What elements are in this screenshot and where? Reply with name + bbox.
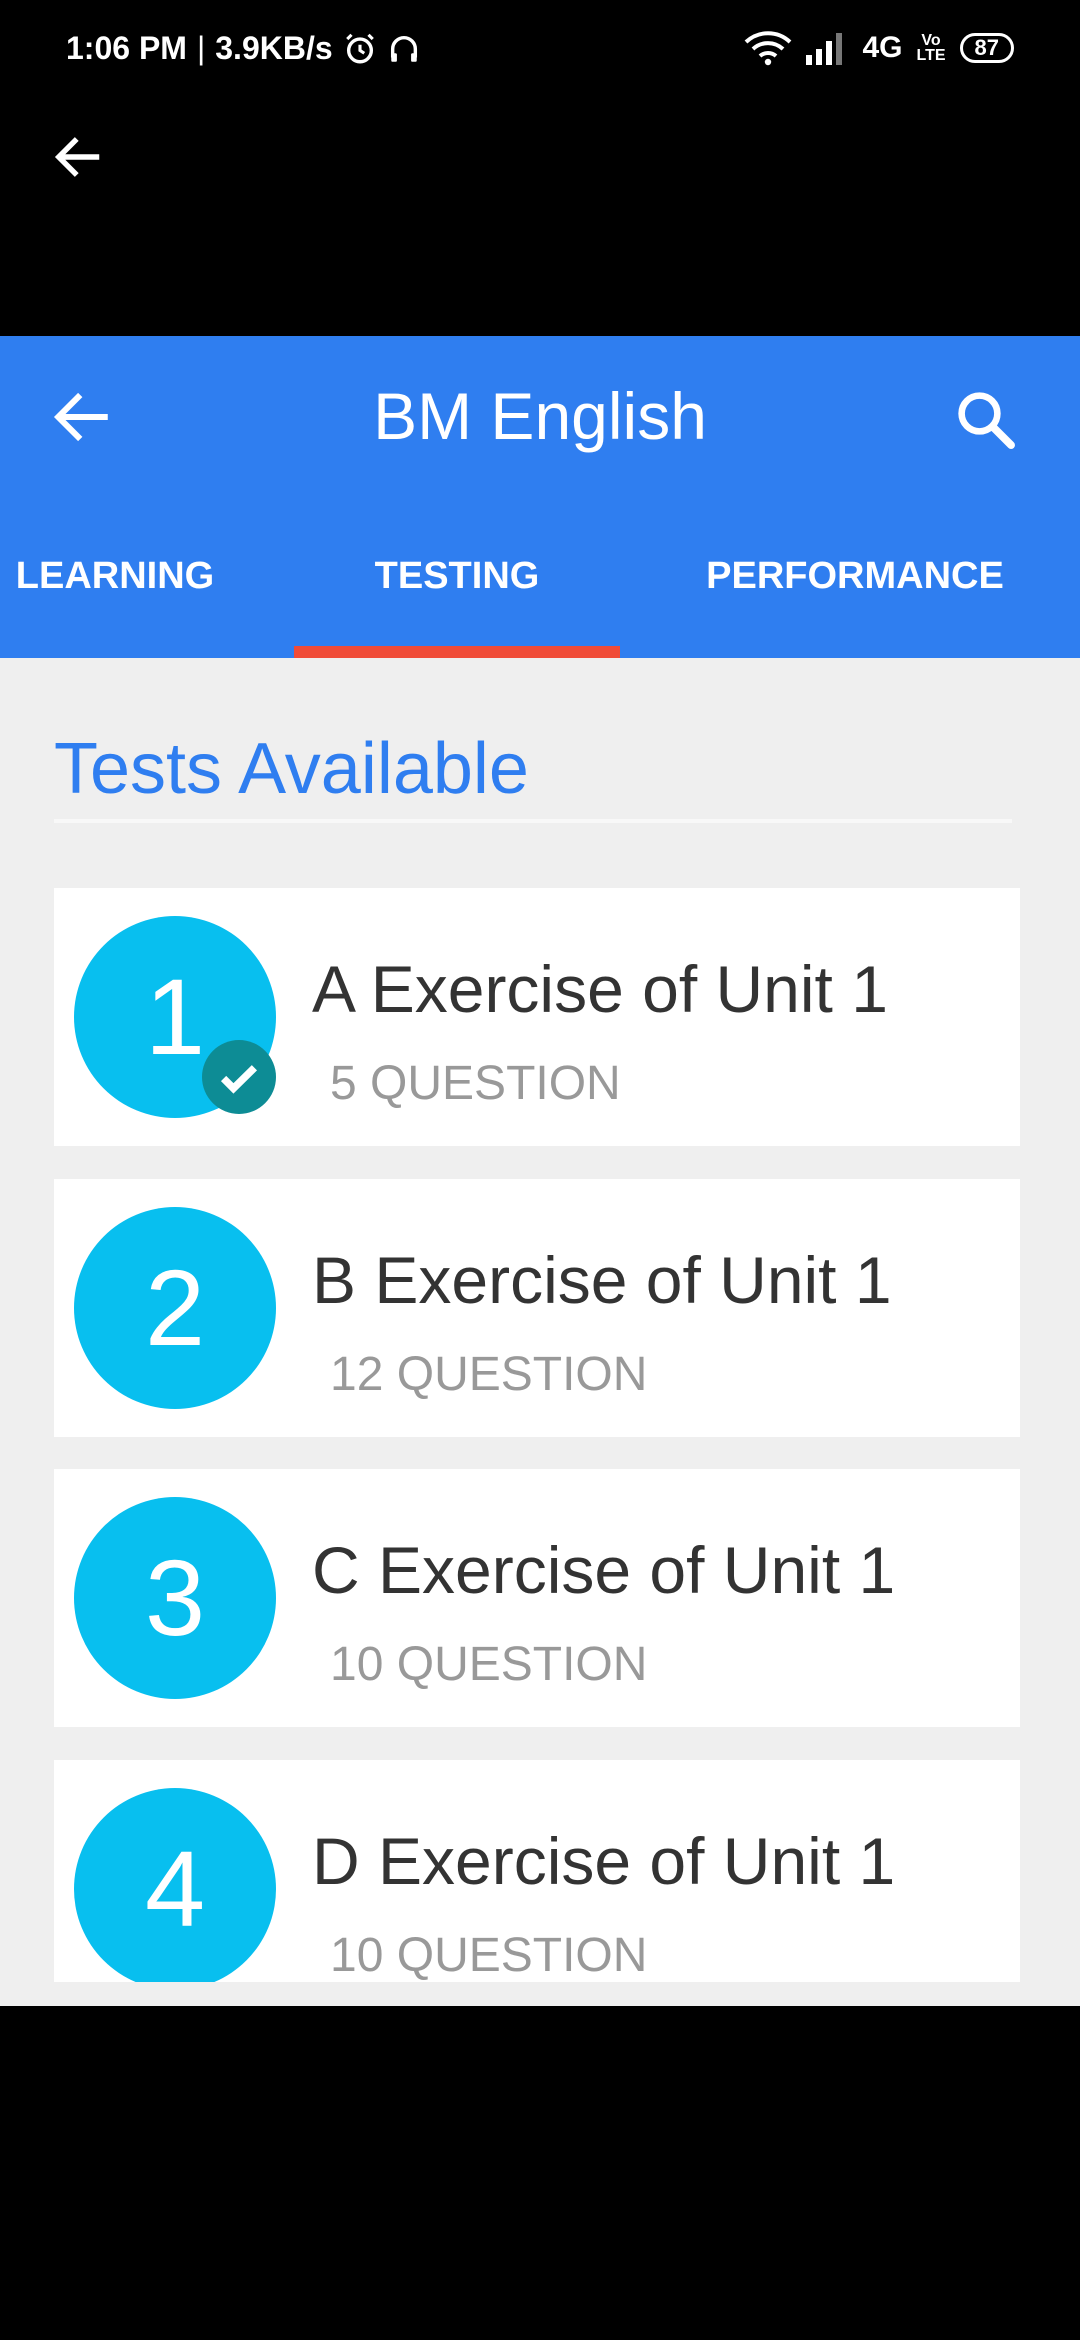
section-title: Tests Available (54, 729, 529, 809)
test-question-count: 10 QUESTION (330, 1638, 648, 1691)
status-separator: | (196, 30, 206, 66)
back-arrow-icon[interactable] (52, 130, 106, 184)
search-icon[interactable] (952, 386, 1018, 452)
tab-performance[interactable]: PERFORMANCE (690, 536, 1020, 658)
tab-learning[interactable]: LEARNING (0, 536, 230, 658)
test-question-count: 12 QUESTION (330, 1348, 648, 1401)
test-card[interactable]: 2 B Exercise of Unit 1 12 QUESTION (54, 1179, 1020, 1437)
app-title: BM English (373, 379, 707, 453)
battery-level: 87 (959, 33, 1014, 63)
app-content: BM English LEARNING TESTING PERFORMANCE … (0, 336, 1080, 2006)
volte-indicator: Vo LTE (916, 32, 946, 64)
test-question-count: 5 QUESTION (330, 1057, 621, 1110)
tab-indicator (294, 646, 620, 658)
section-divider (54, 819, 1012, 823)
check-icon (220, 1065, 258, 1094)
bottom-black-area (0, 2006, 1080, 2340)
test-card[interactable]: 4 D Exercise of Unit 1 10 QUESTION (54, 1760, 1020, 1982)
test-title: B Exercise of Unit 1 (312, 1243, 892, 1317)
test-number-circle: 3 (74, 1497, 276, 1699)
completed-check-badge (202, 1040, 276, 1114)
test-card[interactable]: 1 A Exercise of Unit 1 5 QUESTION (54, 888, 1020, 1146)
alarm-icon (345, 33, 374, 63)
test-title: D Exercise of Unit 1 (312, 1824, 896, 1898)
headset-icon (390, 35, 417, 62)
status-time: 1:06 PM (66, 30, 187, 66)
volte-bottom: LTE (916, 47, 946, 64)
outer-header (0, 100, 1080, 336)
test-number-circle: 4 (74, 1788, 276, 1982)
test-title: C Exercise of Unit 1 (312, 1533, 896, 1607)
test-card[interactable]: 3 C Exercise of Unit 1 10 QUESTION (54, 1469, 1020, 1727)
network-type: 4G (862, 31, 903, 64)
status-right: 4G Vo LTE 87 (744, 30, 1014, 66)
tab-bar: LEARNING TESTING PERFORMANCE (0, 536, 1080, 658)
status-speed: 3.9KB/s (215, 30, 333, 66)
wifi-icon (745, 31, 792, 66)
signal-icon (806, 33, 843, 65)
test-title: A Exercise of Unit 1 (312, 952, 888, 1026)
test-number-circle: 2 (74, 1207, 276, 1409)
app-bar: BM English LEARNING TESTING PERFORMANCE (0, 336, 1080, 658)
status-left: 1:06 PM | 3.9KB/s (66, 30, 421, 67)
status-bar: 1:06 PM | 3.9KB/s 4G Vo LTE 87 (0, 0, 1080, 100)
test-question-count: 10 QUESTION (330, 1929, 648, 1982)
tab-testing[interactable]: TESTING (294, 536, 620, 658)
volte-top: Vo (921, 32, 941, 49)
